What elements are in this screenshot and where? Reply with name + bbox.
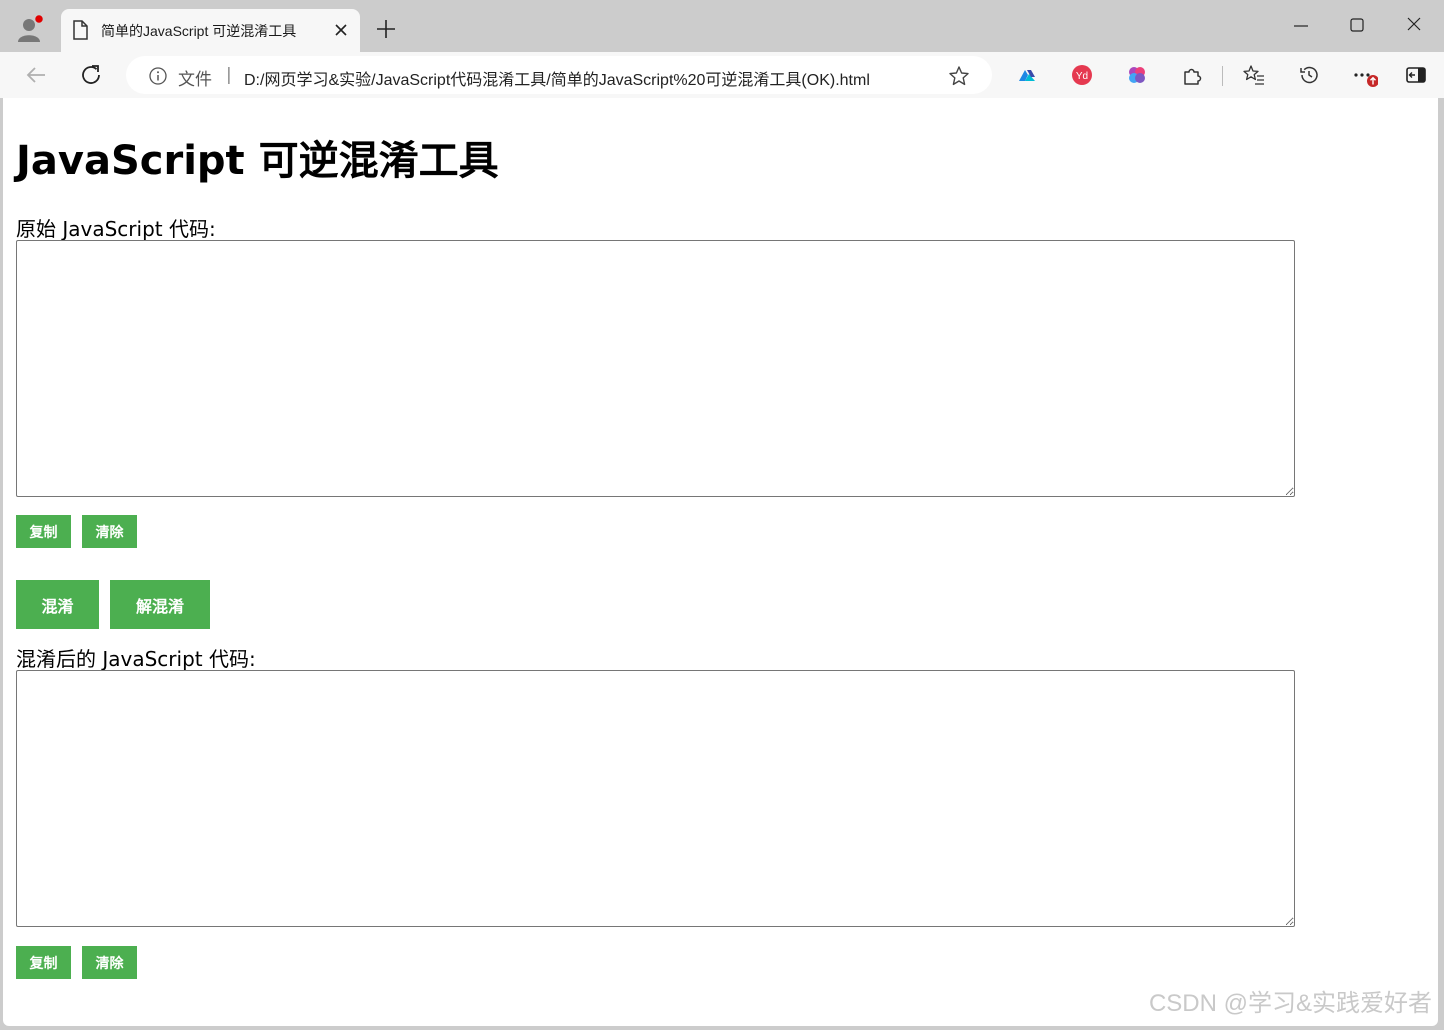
watermark: CSDN @学习&实践爱好者	[1148, 990, 1432, 1017]
obfuscated-code-label: 混淆后的 JavaScript 代码:	[16, 647, 256, 671]
document-icon	[71, 20, 89, 40]
reload-icon[interactable]	[78, 62, 104, 88]
original-copy-button[interactable]: 复制	[16, 515, 71, 548]
obfuscated-code-output[interactable]	[16, 670, 1295, 927]
star-icon[interactable]	[948, 65, 970, 87]
page-title: JavaScript 可逆混淆工具	[16, 138, 499, 184]
svg-text:Yd: Yd	[1076, 71, 1088, 82]
address-separator: |	[226, 65, 232, 85]
info-icon[interactable]	[148, 66, 168, 86]
deobfuscate-button[interactable]: 解混淆	[110, 580, 210, 629]
original-code-input[interactable]	[16, 240, 1295, 497]
address-bar[interactable]: 文件 | D:/网页学习&实验/JavaScript代码混淆工具/简单的Java…	[126, 56, 992, 94]
close-icon[interactable]	[332, 21, 350, 39]
browser-toolbar: 文件 | D:/网页学习&实验/JavaScript代码混淆工具/简单的Java…	[0, 52, 1444, 98]
minimize-icon[interactable]	[1288, 14, 1314, 38]
history-icon[interactable]	[1298, 64, 1320, 86]
original-clear-button[interactable]: 清除	[82, 515, 137, 548]
obfuscate-button[interactable]: 混淆	[16, 580, 99, 629]
maximize-icon[interactable]	[1344, 14, 1370, 38]
profile-avatar-icon[interactable]	[12, 12, 46, 46]
plus-icon[interactable]	[374, 17, 398, 41]
puzzle-extensions-icon[interactable]	[1181, 64, 1203, 86]
url-text[interactable]: D:/网页学习&实验/JavaScript代码混淆工具/简单的JavaScrip…	[244, 66, 870, 90]
title-bar: 简单的JavaScript 可逆混淆工具	[0, 0, 1444, 52]
obfuscated-copy-button[interactable]: 复制	[16, 946, 71, 979]
back-arrow-icon[interactable]	[23, 62, 49, 88]
more-icon[interactable]	[1352, 64, 1379, 87]
obfuscated-clear-button[interactable]: 清除	[82, 946, 137, 979]
drive-extension-icon[interactable]	[1016, 64, 1038, 86]
page-viewport: JavaScript 可逆混淆工具 原始 JavaScript 代码: 复制 清…	[3, 98, 1438, 1026]
toolbar-divider	[1222, 66, 1223, 86]
brain-extension-icon[interactable]	[1126, 64, 1148, 86]
tab-title: 简单的JavaScript 可逆混淆工具	[101, 23, 297, 39]
original-code-label: 原始 JavaScript 代码:	[16, 217, 216, 241]
window-close-icon[interactable]	[1401, 14, 1427, 38]
security-label: 文件	[178, 70, 212, 90]
favorites-list-icon[interactable]	[1243, 64, 1265, 86]
sidebar-toggle-icon[interactable]	[1405, 64, 1427, 86]
youdao-extension-icon[interactable]: Yd	[1071, 64, 1093, 86]
active-tab[interactable]: 简单的JavaScript 可逆混淆工具	[61, 9, 360, 52]
